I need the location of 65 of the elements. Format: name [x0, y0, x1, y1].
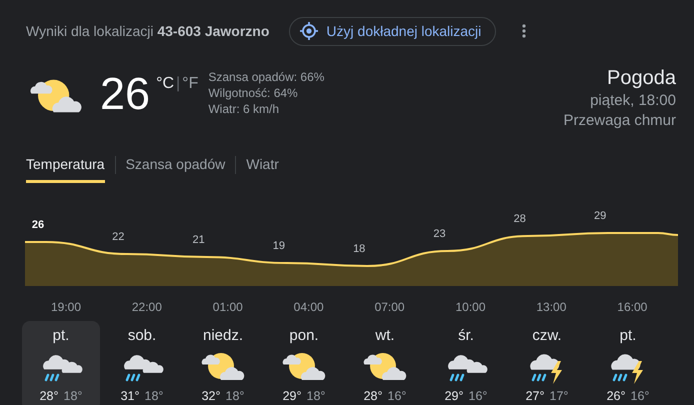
weather-condition: Przewaga chmur [563, 111, 676, 131]
temperature-label: 29 [594, 210, 606, 222]
time-label: 10:00 [455, 300, 486, 314]
low-temperature: 16° [630, 389, 650, 403]
chart-tab[interactable]: Szansa opadów [126, 156, 226, 183]
temperature-label: 18 [353, 243, 366, 255]
low-temperature: 18° [64, 389, 82, 403]
day-name: sob. [128, 327, 156, 344]
low-temperature: 18° [306, 389, 326, 403]
temperature-label: 26 [32, 219, 44, 231]
high-temperature: 28° [364, 389, 382, 403]
chart-tab[interactable]: Wiatr [246, 156, 279, 183]
location-text: Wyniki dla lokalizacji 43-603 Jaworzno [26, 23, 270, 39]
temperature-label: 22 [112, 231, 124, 243]
day-name: pon. [289, 327, 319, 344]
weather-detail: Wiatr: 6 km/h [208, 101, 280, 117]
time-label: 07:00 [374, 300, 405, 314]
day-name: czw. [532, 327, 562, 344]
current-temperature: 26 [100, 69, 150, 121]
high-temperature: 27° [526, 389, 544, 403]
day-forecast[interactable]: pt. 26° 16° [589, 321, 667, 405]
time-label: 16:00 [617, 300, 648, 314]
low-temperature: 18° [226, 389, 244, 403]
high-temperature: 26° [606, 389, 626, 403]
high-temperature: 32° [202, 389, 220, 403]
day-forecast[interactable]: niedz. 32° 18° [184, 321, 262, 405]
temperature-label: 28 [514, 213, 526, 225]
temperature-label: 19 [272, 240, 286, 252]
low-temperature: 17° [550, 389, 568, 403]
time-label: 04:00 [294, 300, 324, 314]
chart-tab[interactable]: Temperatura [26, 156, 105, 183]
day-name: śr. [458, 327, 474, 344]
time-label: 22:00 [132, 300, 162, 314]
temperature-label: 21 [192, 234, 205, 246]
day-name: pt. [52, 327, 70, 344]
day-forecast[interactable]: śr. 29° 16° [427, 321, 505, 405]
day-forecast[interactable]: wt. 28° 16° [346, 321, 424, 405]
unit-toggle[interactable]: °F [182, 75, 198, 93]
unit-separator: | [176, 75, 180, 93]
day-name: wt. [375, 327, 395, 344]
precise-location-button[interactable]: Użyj dokładnej lokalizacji [289, 16, 496, 46]
low-temperature: 18° [144, 389, 164, 403]
time-label: 01:00 [212, 300, 243, 314]
high-temperature: 28° [40, 389, 58, 403]
location-target-icon [300, 22, 318, 40]
time-label: 19:00 [50, 300, 82, 314]
high-temperature: 29° [282, 389, 302, 403]
weather-detail: Szansa opadów: 66% [208, 69, 324, 85]
low-temperature: 16° [468, 389, 488, 403]
day-forecast[interactable]: czw. 27° 17° [508, 321, 586, 405]
high-temperature: 29° [444, 389, 464, 403]
unit-toggle[interactable]: °C [156, 75, 174, 93]
more-options-icon[interactable] [520, 22, 528, 40]
time-label: 13:00 [536, 300, 566, 314]
day-forecast[interactable]: pt. 28° 18° [22, 321, 100, 405]
day-forecast[interactable]: pon. 29° 18° [265, 321, 343, 405]
temperature-label: 23 [433, 228, 446, 240]
low-temperature: 16° [388, 389, 406, 403]
high-temperature: 31° [120, 389, 140, 403]
weather-title: Pogoda [607, 66, 676, 91]
weather-detail: Wilgotność: 64% [208, 85, 299, 101]
day-forecast[interactable]: sob. 31° 18° [103, 321, 181, 405]
weather-time: piątek, 18:00 [590, 91, 676, 111]
day-name: pt. [620, 327, 636, 344]
day-name: niedz. [202, 327, 244, 344]
